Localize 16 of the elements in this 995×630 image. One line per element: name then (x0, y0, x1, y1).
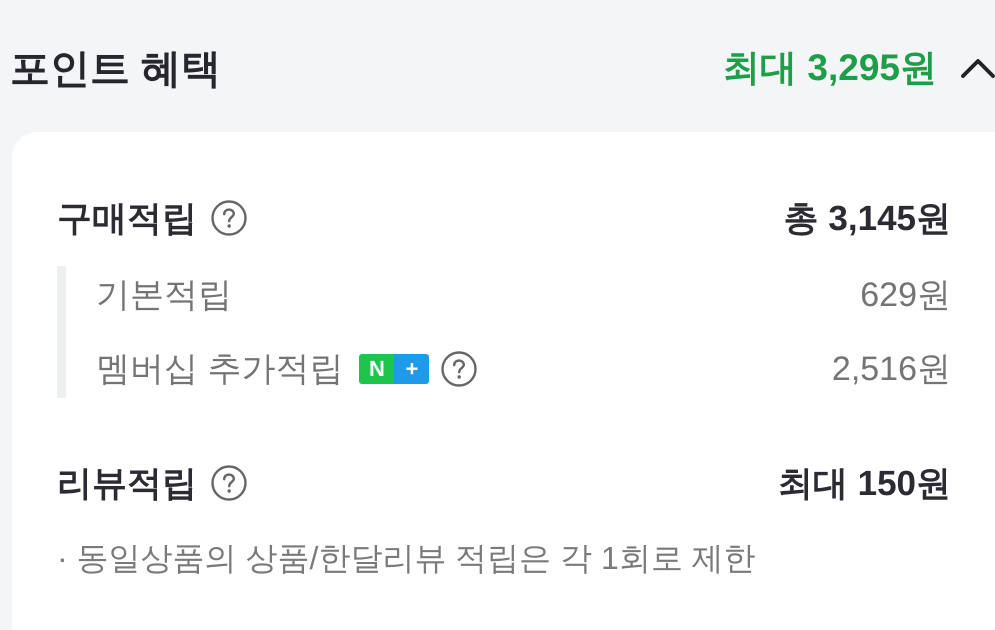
help-icon[interactable] (211, 200, 247, 236)
chevron-up-icon[interactable] (961, 58, 995, 78)
accrual-total: 총 3,145원 (784, 198, 951, 240)
breakdown-label: 기본적립 (96, 275, 232, 316)
note-text: · 동일상품의 상품/한달리뷰 적립은 각 1회로 제한 (57, 539, 757, 578)
accrual-title: 리뷰적립 (57, 462, 197, 504)
membership-logo: N + (359, 354, 430, 384)
breakdown-label: 멤버십 추가적립 (96, 349, 344, 390)
breakdown-amount: 629원 (860, 275, 951, 316)
accrual-title: 구매적립 (57, 198, 197, 240)
help-icon[interactable] (441, 351, 478, 387)
accrual-total: 최대 150원 (778, 462, 951, 504)
section-heading: 포인트 혜택 (10, 46, 222, 92)
max-points-text: 최대 3,295원 (723, 46, 937, 90)
help-icon[interactable] (211, 465, 247, 501)
breakdown-amount: 2,516원 (832, 349, 951, 390)
